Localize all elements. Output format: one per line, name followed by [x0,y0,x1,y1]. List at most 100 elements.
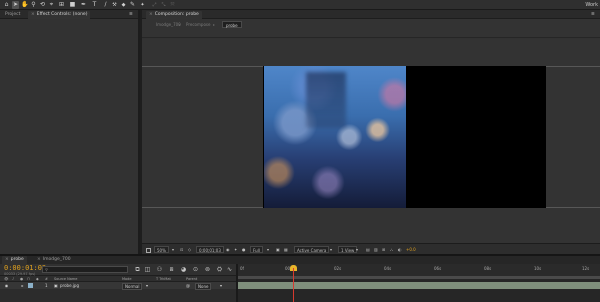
tab-effect-controls-label: Effect Controls: (none) [36,12,88,17]
search-icon: ⚲ [45,267,48,272]
current-time-field[interactable]: 0;00;01;03 [196,246,224,253]
resolution-select[interactable]: Full [250,246,263,253]
parent-chevron-down-icon[interactable]: ▾ [220,282,222,289]
timeline-panel: × probe × Imodge_700 0:00:01:03 00033 (29.… [0,254,600,302]
clone-stamp-tool-icon[interactable]: ⚒ [111,1,118,9]
parent-select[interactable]: None [195,283,212,290]
close-icon[interactable]: × [149,12,153,17]
graph-editor-icon[interactable]: ⊙ [192,266,199,273]
current-time-display[interactable]: 0:00:01:03 [4,265,46,272]
breadcrumb-separator: ▸ [179,22,182,27]
camera-view-select[interactable]: Active Camera [294,246,330,253]
layer-row[interactable]: ◉ ▸ 1 ▣ probe.jpg Normal ▾ @ None ▾ [0,282,238,290]
roto-brush-tool-icon[interactable]: ✎ [129,1,136,9]
color-channel-icon[interactable]: ● [242,246,246,253]
breadcrumb-imodge[interactable]: Imodge_700 [156,21,181,28]
tab-composition[interactable]: × Composition: probe [146,11,202,19]
show-snapshot-icon[interactable]: ✦ [234,246,237,253]
tab-timeline-probe-label: probe [10,257,24,262]
axis-local-icon[interactable]: ⤢ [151,1,158,9]
hand-tool-icon[interactable]: ✋ [21,1,28,9]
tab-project[interactable]: Project [2,11,23,19]
ruler-tick: 10s [534,266,542,271]
mode-chevron-down-icon[interactable]: ▾ [146,282,148,289]
mask-visibility-icon[interactable]: ◇ [188,246,191,253]
left-panel-tab-bar: Project × Effect Controls: (none) ≡ [0,10,138,19]
timeline-divider[interactable] [236,264,238,302]
transparency-grid-icon[interactable]: ▦ [284,246,288,253]
motion-blur-icon[interactable]: ◕ [180,266,187,273]
brush-tool-icon[interactable]: ∕ [102,1,109,9]
layer-mode-select[interactable]: Normal [122,283,143,290]
resolution-chevron-down-icon[interactable]: ▾ [267,246,269,253]
tab-timeline-imodge-label: Imodge_700 [42,257,71,262]
tab-timeline-imodge[interactable]: × Imodge_700 [34,256,74,264]
comp-tab-bar: × Composition: probe ≡ [142,10,600,19]
magnification-select[interactable]: 50% [154,246,169,253]
timeline-tab-bar: × probe × Imodge_700 [0,256,600,264]
zoom-tool-icon[interactable]: ⚲ [30,1,37,9]
reset-exposure-icon[interactable]: ◐ [398,246,402,253]
label-color-swatch[interactable] [28,283,33,288]
effect-controls-panel: Project × Effect Controls: (none) ≡ [0,10,140,254]
eraser-tool-icon[interactable]: ◆ [120,1,127,9]
comp-mini-flowchart-icon[interactable]: ⧉ [134,266,141,273]
expand-layer-chevron-icon[interactable]: ▸ [20,283,25,288]
frame-blending-icon[interactable]: ⧈ [168,266,175,273]
panel-menu-icon[interactable]: ≡ [126,11,136,19]
rectangle-tool-icon[interactable]: ■ [69,1,76,9]
tab-timeline-probe[interactable]: × probe [2,256,27,264]
rotate-tool-icon[interactable]: ⟲ [39,1,46,9]
breadcrumb-probe[interactable]: probe [222,21,242,28]
close-icon[interactable]: × [31,12,35,17]
photo-detail [306,72,346,128]
exposure-value[interactable]: +0.0 [406,246,416,253]
comp-breadcrumb-bar: Imodge_700 ▸ Precompose ▸ probe [142,19,600,38]
ruler-tick: 08s [484,266,492,271]
pan-behind-tool-icon[interactable]: ⊞ [58,1,65,9]
layer-search-input[interactable]: ⚲ [42,266,128,273]
graph-curve-icon[interactable]: ∿ [226,266,233,273]
layer-thumb-icon: ▣ [54,283,58,288]
tab-effect-controls[interactable]: × Effect Controls: (none) [28,11,91,19]
pen-tool-icon[interactable]: ✒ [80,1,87,9]
snapshot-icon[interactable]: ◉ [226,246,230,253]
axis-world-icon[interactable]: ⤡ [160,1,167,9]
region-of-interest-icon[interactable]: ▣ [276,246,280,253]
visibility-eye-icon[interactable]: ◉ [4,283,9,288]
flowchart-icon[interactable]: ⛬ [390,246,393,253]
parent-pickwhip-icon[interactable]: @ [186,282,190,289]
close-icon[interactable]: × [5,257,9,262]
camera-tool-icon[interactable]: ⌖ [48,1,55,9]
safe-margins-icon[interactable]: ⊡ [180,246,183,253]
effect-controls-body [0,19,138,254]
ruler-tick: 04s [384,266,392,271]
timeline-toggle-icon[interactable]: ⊞ [382,246,385,253]
workspace-label[interactable]: Work [585,1,598,9]
draft-3d-icon[interactable]: ◫ [144,266,151,273]
zoom-chevron-down-icon[interactable]: ▾ [172,246,174,253]
type-tool-icon[interactable]: T [91,1,98,9]
layer-number: 1 [45,283,48,288]
fast-previews-icon[interactable]: ▥ [374,246,378,253]
tab-composition-label: Composition: probe [154,12,199,17]
panel-menu-icon[interactable]: ≡ [588,11,598,19]
selection-tool-icon[interactable]: ➤ [12,1,19,9]
breadcrumb-precompose[interactable]: Precompose [186,21,210,28]
view-layout-select[interactable]: 1 View [338,246,358,253]
ruler-tick: 12s [582,266,590,271]
hide-shy-layers-icon[interactable]: ⚇ [156,266,163,273]
views-chevron-down-icon[interactable]: ▾ [356,246,358,253]
breadcrumb-separator: ▸ [213,22,216,27]
puppet-pin-tool-icon[interactable]: ✦ [139,1,146,9]
live-update-icon[interactable]: ⛭ [216,266,223,273]
layer-name[interactable]: probe.jpg [60,282,79,289]
home-icon[interactable]: ⌂ [3,1,10,9]
axis-view-icon[interactable]: ⤧ [169,1,176,9]
toggle-channel-icon[interactable] [146,246,151,253]
close-icon[interactable]: × [37,257,41,262]
brainstorm-icon[interactable]: ⊚ [204,266,211,273]
camera-chevron-down-icon[interactable]: ▾ [330,246,332,253]
toggle-pixel-aspect-icon[interactable]: ▤ [366,246,370,253]
current-time-indicator[interactable] [293,268,294,302]
